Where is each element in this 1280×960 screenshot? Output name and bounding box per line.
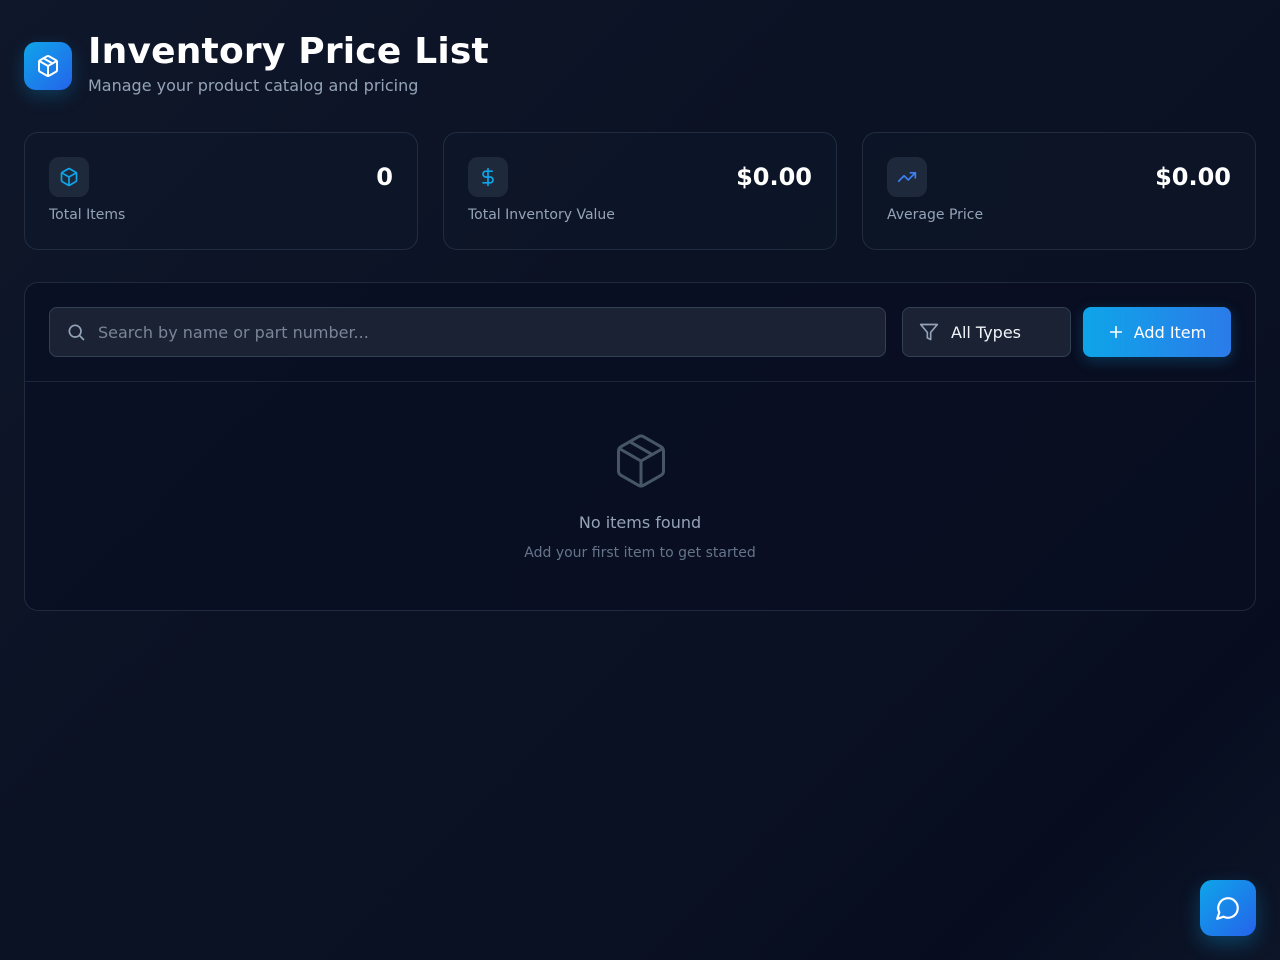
stat-card-total-items: 0 Total Items [24,132,418,250]
stat-value-total-items: 0 [376,163,393,191]
page-subtitle: Manage your product catalog and pricing [88,76,419,95]
chat-bubble-icon [1215,895,1241,921]
stat-value-total-value: $0.00 [736,163,812,191]
add-item-button[interactable]: Add Item [1083,307,1231,357]
type-filter-select[interactable]: All Types [902,307,1071,357]
add-item-label: Add Item [1133,322,1207,342]
type-filter-value: All Types [951,322,1022,342]
package-icon [611,431,671,491]
dollar-icon [468,157,508,197]
inventory-toolbar: All Types Add Item [25,283,1255,382]
chat-button[interactable] [1200,880,1256,936]
stat-label-total-value: Total Inventory Value [468,207,615,223]
trending-up-icon [887,157,927,197]
stat-label-average-price: Average Price [887,207,984,223]
empty-state-title: No items found [578,513,702,532]
page-title: Inventory Price List [88,31,489,72]
page-header: Inventory Price List Manage your product… [24,30,489,95]
stat-value-average-price: $0.00 [1155,163,1231,191]
stat-card-average-price: $0.00 Average Price [862,132,1256,250]
search-input[interactable] [98,322,885,342]
app-logo [24,42,72,90]
stats-row: 0 Total Items $0.00 Total Inventory Valu… [24,132,1256,250]
empty-state-subtitle: Add your first item to get started [524,545,756,561]
plus-icon [1108,324,1124,340]
stat-card-total-value: $0.00 Total Inventory Value [443,132,837,250]
search-icon [66,322,86,342]
package-icon [49,157,89,197]
inventory-panel: All Types Add Item No items found Add yo… [24,282,1256,611]
package-icon [36,54,60,78]
filter-icon [919,322,939,342]
search-box[interactable] [49,307,886,357]
stat-label-total-items: Total Items [49,207,126,223]
